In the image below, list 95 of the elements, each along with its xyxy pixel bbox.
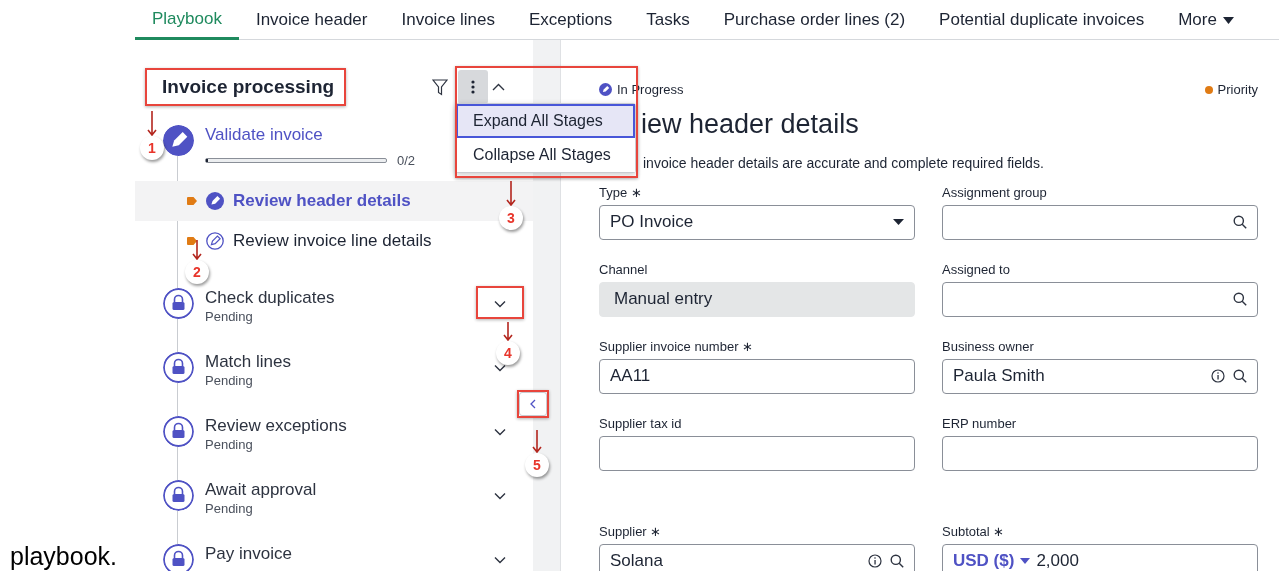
- highlight-frame: [476, 286, 524, 319]
- tab[interactable]: Potential duplicate invoices: [922, 0, 1162, 40]
- annotation-arrow: [506, 181, 516, 206]
- callout-number: 2: [185, 260, 209, 284]
- stage-status: Pending: [205, 307, 254, 326]
- field-label: Assigned to: [942, 260, 1011, 279]
- field-label: ERP number: [942, 414, 1018, 433]
- input-field[interactable]: [942, 204, 1258, 240]
- tab[interactable]: More: [1161, 0, 1251, 40]
- tab[interactable]: Invoice header: [238, 0, 385, 40]
- stage-status: Pending: [205, 499, 254, 518]
- tag-icon: [187, 236, 197, 245]
- stage-title[interactable]: Await approval: [205, 479, 494, 500]
- callout-number: 3: [499, 206, 523, 230]
- expand-button[interactable]: [494, 299, 506, 308]
- tab[interactable]: Purchase order lines (2): [706, 0, 923, 40]
- expand-button[interactable]: [494, 427, 506, 436]
- caret-icon: [893, 219, 904, 225]
- chevron-down-icon: [494, 491, 506, 500]
- tab[interactable]: Invoice lines: [384, 0, 513, 40]
- readonly-field: Manual entry: [599, 281, 915, 317]
- filter-button[interactable]: [432, 78, 448, 96]
- expand-button[interactable]: [494, 555, 506, 564]
- stage-title[interactable]: Check duplicates: [205, 287, 494, 308]
- stage-status: Pending: [205, 371, 254, 390]
- chevron-left-icon: [530, 399, 536, 409]
- field-label: Supplier ∗: [599, 522, 663, 541]
- stage-title[interactable]: Review exceptions: [205, 415, 494, 436]
- priority-label: Priority: [1217, 81, 1258, 99]
- tab[interactable]: Exceptions: [512, 0, 630, 40]
- callout-number: 1: [140, 136, 164, 160]
- field-label: Business owner: [942, 337, 1035, 356]
- annotation-arrow: [532, 430, 542, 453]
- expand-button[interactable]: [494, 363, 506, 372]
- input-field[interactable]: [599, 435, 915, 471]
- task-description: invoice header details are accurate and complete required fields.: [643, 153, 1045, 173]
- filter-icon: [432, 78, 448, 96]
- collapse-button[interactable]: [492, 83, 505, 91]
- chevron-up-icon: [492, 83, 505, 91]
- field-label: Supplier tax id: [599, 414, 683, 433]
- stage-status: Pending: [205, 435, 254, 454]
- task-title: Review invoice line details: [233, 229, 432, 252]
- field-label: Assignment group: [942, 183, 1048, 202]
- caret-icon: [1222, 16, 1234, 24]
- annotation-arrow: [503, 322, 513, 341]
- menu-item[interactable]: Collapse All Stages: [456, 138, 635, 172]
- tab[interactable]: Tasks: [629, 0, 707, 40]
- select-field[interactable]: PO Invoice: [599, 204, 915, 240]
- search-icon: [1233, 292, 1247, 306]
- expand-button[interactable]: [494, 491, 506, 500]
- task-title: Review header details: [233, 189, 411, 212]
- caret-icon: [1020, 558, 1031, 564]
- input-field[interactable]: [942, 281, 1258, 317]
- lock-icon: [163, 479, 194, 511]
- pencil-icon: [163, 125, 194, 156]
- input-field[interactable]: Solana: [599, 543, 915, 571]
- field-label: Type ∗: [599, 183, 643, 202]
- field-label: Channel: [599, 260, 649, 279]
- tab[interactable]: Playbook: [135, 0, 239, 40]
- highlight-frame: [517, 390, 549, 418]
- stage-title[interactable]: Pay invoice: [205, 543, 494, 564]
- input-field[interactable]: AA11: [599, 358, 915, 394]
- search-icon: [890, 554, 904, 568]
- kebab-icon: [471, 80, 475, 94]
- annotation-arrow: [192, 240, 202, 260]
- currency-selector[interactable]: USD ($): [953, 548, 1015, 571]
- chevron-down-icon: [494, 555, 506, 564]
- pencil-icon: [206, 191, 224, 210]
- input-field[interactable]: Paula Smith: [942, 358, 1258, 394]
- field-label: Subtotal ∗: [942, 522, 1006, 541]
- annotation-arrow: [147, 111, 157, 136]
- task-title: iew header details: [641, 107, 860, 141]
- lock-icon: [163, 543, 194, 571]
- input-field[interactable]: [942, 435, 1258, 471]
- field-label: Supplier invoice number ∗: [599, 337, 755, 356]
- priority-dot-icon: [1204, 85, 1213, 94]
- pencil-icon: [206, 231, 224, 250]
- stage-title[interactable]: Match lines: [205, 351, 494, 372]
- panel-title: Invoice processing: [162, 75, 335, 97]
- chevron-down-icon: [494, 427, 506, 436]
- progress-count: 0/2: [397, 152, 416, 170]
- tag-icon: [187, 196, 197, 205]
- callout-number: 5: [525, 453, 549, 477]
- pencil-icon: [599, 83, 612, 97]
- lock-icon: [163, 287, 194, 319]
- callout-number: 4: [496, 341, 520, 365]
- caption-text: playbook.: [9, 544, 118, 571]
- chevron-down-icon: [494, 363, 506, 372]
- input-field[interactable]: USD ($) 2,000: [942, 543, 1258, 571]
- chevron-down-icon: [494, 299, 506, 308]
- search-icon: [1233, 215, 1247, 229]
- search-icon: [1233, 369, 1247, 383]
- lock-icon: [163, 351, 194, 383]
- menu-item[interactable]: Expand All Stages: [456, 104, 635, 138]
- lock-icon: [163, 415, 194, 447]
